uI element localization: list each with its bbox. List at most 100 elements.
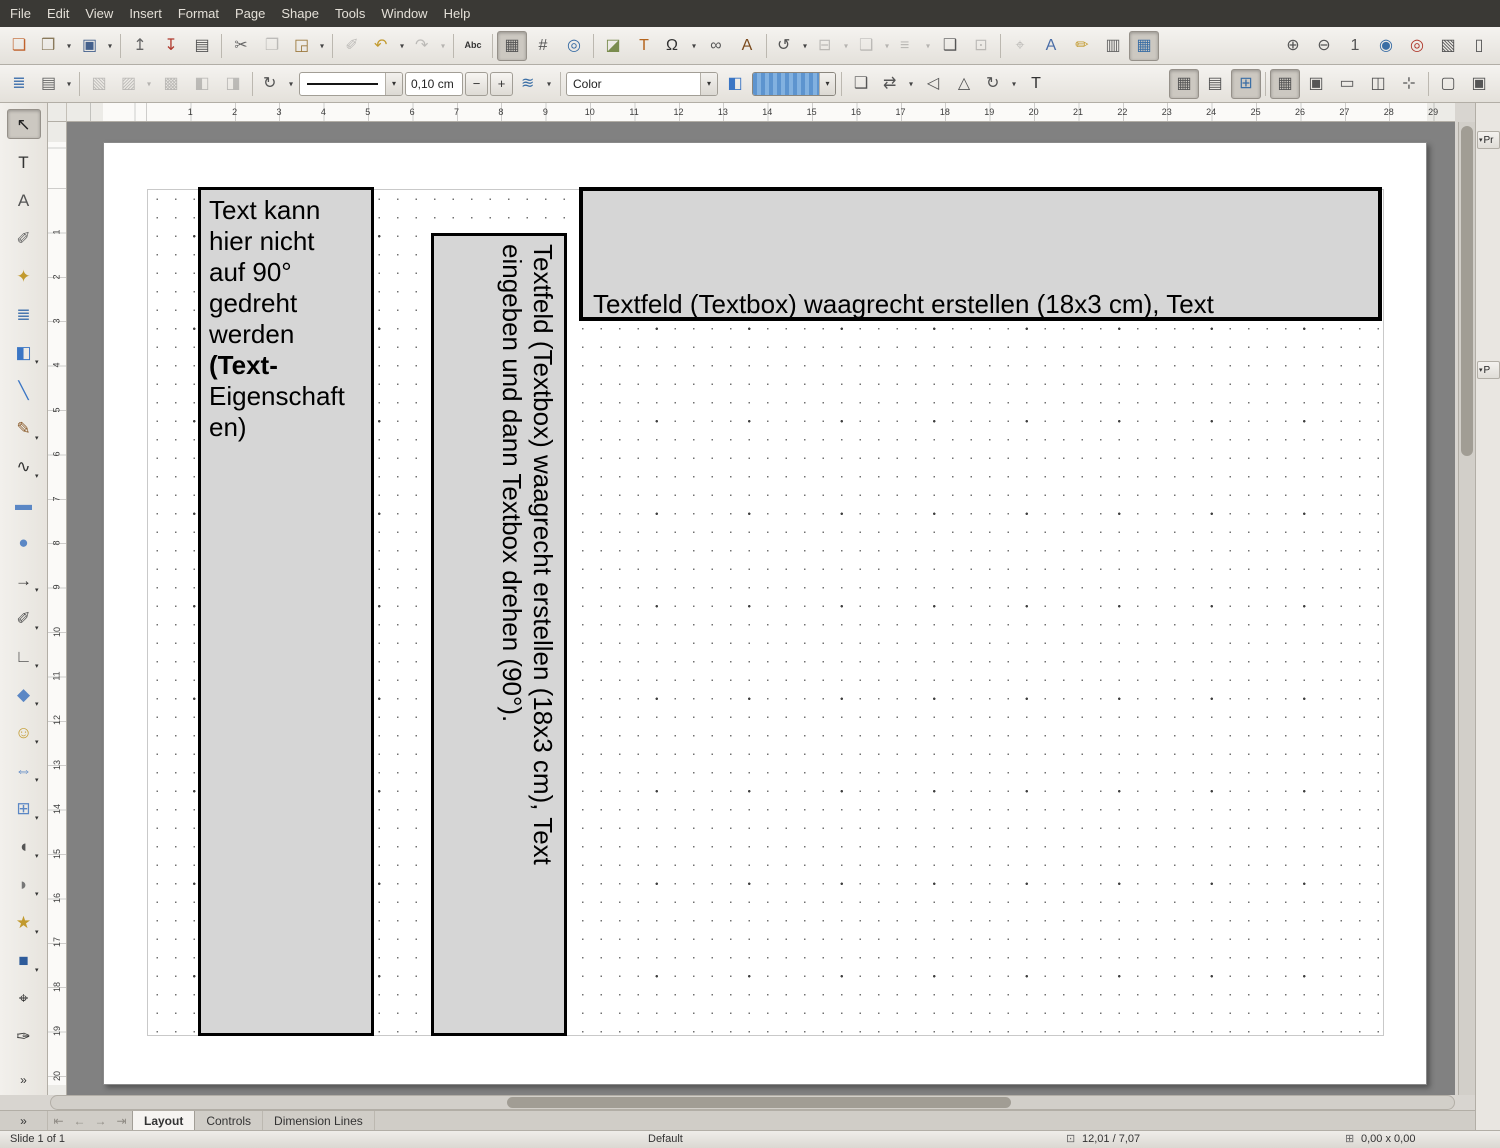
special-character-button[interactable]: Ω: [660, 31, 700, 61]
horizontal-scrollbar[interactable]: [50, 1095, 1455, 1110]
symbol-shapes-tool[interactable]: ☺: [7, 717, 41, 747]
snap-to-grid-button[interactable]: ▦: [1270, 69, 1300, 99]
layer-tab-dimension-lines[interactable]: Dimension Lines: [263, 1111, 375, 1130]
vertical-scrollbar[interactable]: [1458, 122, 1475, 1095]
line-tool[interactable]: ╲: [7, 375, 41, 405]
slide-page[interactable]: Text kannhier nichtauf 90°gedrehtwerden(…: [103, 142, 1427, 1085]
menu-page[interactable]: Page: [227, 0, 273, 27]
menu-edit[interactable]: Edit: [39, 0, 77, 27]
line-width-input[interactable]: 0,10 cm: [405, 72, 463, 96]
transformations-menu-button[interactable]: ↻: [257, 69, 297, 99]
transformations-button[interactable]: ↺: [771, 31, 811, 61]
fontwork-button[interactable]: A: [1036, 31, 1066, 61]
line-width-decrease-button[interactable]: −: [465, 72, 488, 96]
zoom-page-button[interactable]: ▧: [1433, 31, 1463, 61]
vertical-scrollbar-thumb[interactable]: [1461, 126, 1473, 456]
ellipse-tool[interactable]: ●: [7, 527, 41, 557]
menu-help[interactable]: Help: [436, 0, 479, 27]
zoom-button[interactable]: ◎: [559, 31, 589, 61]
draw-functions-button[interactable]: ✏: [1067, 31, 1097, 61]
menu-tools[interactable]: Tools: [327, 0, 373, 27]
line-width-increase-button[interactable]: +: [490, 72, 513, 96]
export-button[interactable]: ↥: [125, 31, 155, 61]
fill-color-icon-button[interactable]: ◧: [720, 69, 750, 99]
paragraph-button[interactable]: ≣: [4, 69, 34, 99]
line-style-select[interactable]: [299, 72, 403, 96]
zoom-in-button[interactable]: ⊕: [1278, 31, 1308, 61]
show-snap-functions-button[interactable]: ▦: [1129, 31, 1159, 61]
undo-button[interactable]: ↶: [368, 31, 408, 61]
arrow-style-button[interactable]: ⇄: [877, 69, 917, 99]
stars-banners-tool[interactable]: ★: [7, 907, 41, 937]
spacing-tool[interactable]: ≣: [7, 299, 41, 329]
zoom-100-button[interactable]: 1: [1340, 31, 1370, 61]
menu-insert[interactable]: Insert: [121, 0, 170, 27]
insert-image-button[interactable]: ◪: [598, 31, 628, 61]
shadow-button[interactable]: ❑: [935, 31, 965, 61]
curve-pen-tool[interactable]: ✐: [7, 223, 41, 253]
zoom-previous-button[interactable]: ◉: [1371, 31, 1401, 61]
snap-lines-visible-button[interactable]: ▤: [1200, 69, 1230, 99]
lines-arrows-tool[interactable]: →: [7, 565, 41, 595]
spelling-button[interactable]: Abc: [458, 31, 488, 61]
canvas-area[interactable]: Text kannhier nichtauf 90°gedrehtwerden(…: [67, 122, 1455, 1095]
tabbar-overflow-button[interactable]: »: [0, 1111, 48, 1130]
zoom-next-button[interactable]: ◎: [1402, 31, 1432, 61]
save-button[interactable]: ▣: [76, 31, 116, 61]
object-zoom-button[interactable]: ▯: [1464, 31, 1494, 61]
new-button[interactable]: ❏: [4, 31, 34, 61]
text-box-tool[interactable]: T: [7, 147, 41, 177]
rectangle-tool[interactable]: ▬: [7, 489, 41, 519]
export-pdf-button[interactable]: ↧: [156, 31, 186, 61]
cut-button[interactable]: ✂: [226, 31, 256, 61]
connectors-tool[interactable]: ∟: [7, 641, 41, 671]
menu-view[interactable]: View: [77, 0, 121, 27]
snap-to-border-button[interactable]: ◫: [1363, 69, 1393, 99]
textbox-not-rotatable[interactable]: Text kannhier nichtauf 90°gedrehtwerden(…: [198, 187, 374, 1036]
sidebar-deck[interactable]: P: [1477, 361, 1500, 379]
line-color-button[interactable]: ≋: [515, 69, 555, 99]
textbox-horizontal[interactable]: Textfeld (Textbox) waagrecht erstellen (…: [579, 187, 1382, 321]
curve-tool[interactable]: ∿: [7, 451, 41, 481]
print-button[interactable]: ▤: [187, 31, 217, 61]
display-grid-button[interactable]: ▦: [497, 31, 527, 61]
open-button[interactable]: ❒: [35, 31, 75, 61]
horizontal-ruler[interactable]: 1234567891011121314151617181920212223242…: [67, 103, 1455, 122]
chevron-down-icon[interactable]: [385, 73, 402, 95]
paste-button[interactable]: ◲: [288, 31, 328, 61]
callout-shapes-tool[interactable]: ◖: [7, 831, 41, 861]
rotate-button[interactable]: ↻: [980, 69, 1020, 99]
snap-to-points-button[interactable]: ⊹: [1394, 69, 1424, 99]
3d-objects-tool[interactable]: ■: [7, 945, 41, 975]
gallery-wand-tool[interactable]: ✦: [7, 261, 41, 291]
white-page-view-button[interactable]: ▢: [1433, 69, 1463, 99]
textbox-rotated-90[interactable]: Textfeld (Textbox) waagrecht erstellen (…: [431, 233, 567, 1036]
menu-file[interactable]: File: [2, 0, 39, 27]
drawbar-overflow-button[interactable]: »: [20, 1073, 27, 1087]
sidebar-deck-properties[interactable]: Pr: [1477, 131, 1500, 149]
text-attributes-button[interactable]: T: [1021, 69, 1051, 99]
flowchart-tool[interactable]: ⊞: [7, 793, 41, 823]
chevron-down-icon[interactable]: [700, 73, 717, 95]
shadow-toggle-button[interactable]: ❑: [846, 69, 876, 99]
basic-shapes-tool[interactable]: ◆: [7, 679, 41, 709]
frame-button[interactable]: A: [732, 31, 762, 61]
menu-format[interactable]: Format: [170, 0, 227, 27]
block-arrows-tool[interactable]: ⇔: [7, 755, 41, 785]
menu-window[interactable]: Window: [373, 0, 435, 27]
horizontal-scrollbar-thumb[interactable]: [507, 1097, 1011, 1108]
styles-button[interactable]: ▤: [35, 69, 75, 99]
area-style-select[interactable]: Color: [566, 72, 718, 96]
vertical-ruler[interactable]: 1234567891011121314151617181920: [48, 122, 67, 1095]
fill-color-tool[interactable]: ◧: [7, 337, 41, 367]
zoom-out-button[interactable]: ⊖: [1309, 31, 1339, 61]
helplines-moving-button[interactable]: ⊞: [1231, 69, 1261, 99]
fill-color-select[interactable]: [752, 72, 836, 96]
snap-guides-button[interactable]: #: [528, 31, 558, 61]
page-style-label[interactable]: Default: [648, 1131, 683, 1148]
polygon-tool[interactable]: ✐: [7, 603, 41, 633]
freeform-line-tool[interactable]: ✎: [7, 413, 41, 443]
snap-to-margins-button[interactable]: ▭: [1332, 69, 1362, 99]
gluepoints-tool[interactable]: ✑: [7, 1021, 41, 1051]
layer-tab-layout[interactable]: Layout: [132, 1111, 195, 1130]
